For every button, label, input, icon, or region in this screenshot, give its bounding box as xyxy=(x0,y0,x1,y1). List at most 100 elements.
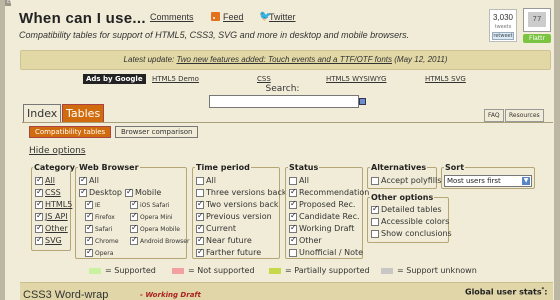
checkbox-icon[interactable] xyxy=(130,235,138,245)
ad-link-html5-svg[interactable]: HTML5 SVG xyxy=(425,75,466,83)
status-unofficial[interactable]: Unofficial / Note xyxy=(289,248,363,257)
detailed-tables[interactable]: Detailed tables xyxy=(371,204,442,214)
time-all[interactable]: All xyxy=(196,176,216,185)
browser-opera-mini[interactable]: Opera Mini xyxy=(130,211,173,221)
checkbox-icon[interactable] xyxy=(196,188,204,197)
category-js-api[interactable]: JS API xyxy=(35,211,68,221)
status-recommendation[interactable]: Recommendation xyxy=(289,187,369,197)
comments-link[interactable]: Comments xyxy=(150,12,194,22)
category-all[interactable]: All xyxy=(35,175,55,185)
checkbox-icon[interactable] xyxy=(85,211,93,221)
ad-link-css[interactable]: CSS xyxy=(257,75,271,83)
checkbox-icon[interactable] xyxy=(289,235,297,245)
browser-ios-safari[interactable]: iOS Safari xyxy=(130,199,170,209)
checkbox-icon[interactable] xyxy=(79,175,87,185)
status-working-draft[interactable]: Working Draft xyxy=(289,223,354,233)
status-candidate-rec[interactable]: Candidate Rec. xyxy=(289,211,360,221)
browser-firefox[interactable]: Firefox xyxy=(85,211,115,221)
tab-faq[interactable]: FAQ xyxy=(484,109,504,122)
category-html5[interactable]: HTML5 xyxy=(35,199,72,209)
browser-ie[interactable]: IE xyxy=(85,199,101,209)
checkbox-icon[interactable] xyxy=(196,247,204,257)
checkbox-icon[interactable] xyxy=(85,199,93,209)
show-conclusions[interactable]: Show conclusions xyxy=(371,229,452,238)
tab-tables[interactable]: Tables xyxy=(62,104,105,123)
time-two-back[interactable]: Two versions back xyxy=(196,199,279,209)
category-svg[interactable]: SVG xyxy=(35,235,62,245)
ad-link-html5-demo[interactable]: HTML5 Demo xyxy=(152,75,199,83)
feed-link[interactable]: Feed xyxy=(223,12,244,22)
social-badge[interactable]: 77 xyxy=(523,8,551,32)
ads-by-google-label[interactable]: Ads by Google xyxy=(83,74,146,84)
tab-resources[interactable]: Resources xyxy=(505,109,544,122)
checkbox-icon[interactable] xyxy=(289,223,297,233)
checkbox-icon[interactable] xyxy=(289,211,297,221)
window-tab[interactable]: cf xyxy=(5,0,12,6)
browser-opera-mobile[interactable]: Opera Mobile xyxy=(130,223,180,233)
chevron-down-icon[interactable]: ▼ xyxy=(522,177,530,185)
checkbox-icon[interactable] xyxy=(371,176,379,185)
browser-opera[interactable]: Opera xyxy=(85,247,113,257)
checkbox-icon[interactable] xyxy=(289,199,297,209)
ad-link-html5-wysiwyg[interactable]: HTML5 WYSIWYG xyxy=(326,75,386,83)
status-proposed-rec[interactable]: Proposed Rec. xyxy=(289,199,355,209)
checkbox-icon[interactable] xyxy=(196,199,204,209)
checkbox-icon[interactable] xyxy=(35,235,43,245)
time-near-future[interactable]: Near future xyxy=(196,235,252,245)
checkbox-icon[interactable] xyxy=(35,211,43,221)
checkbox-icon[interactable] xyxy=(196,223,204,233)
twitter-link[interactable]: Twitter xyxy=(269,12,296,22)
subtab-compatibility-tables[interactable]: Compatibility tables xyxy=(29,126,112,138)
checkbox-icon[interactable] xyxy=(130,211,138,221)
tab-index[interactable]: Index xyxy=(23,104,62,123)
checkbox-icon[interactable] xyxy=(85,247,93,257)
retweet-button[interactable]: retweet xyxy=(492,32,514,40)
checkbox-icon[interactable] xyxy=(130,199,138,209)
search-clear-icon[interactable] xyxy=(359,98,366,105)
checkbox-icon[interactable] xyxy=(130,223,138,233)
status-all[interactable]: All xyxy=(289,176,309,185)
checkbox-icon[interactable] xyxy=(35,175,43,185)
checkbox-icon[interactable] xyxy=(371,217,379,226)
subtab-browser-comparison[interactable]: Browser comparison xyxy=(115,126,199,138)
browser-chrome[interactable]: Chrome xyxy=(85,235,119,245)
checkbox-icon[interactable] xyxy=(196,176,204,185)
checkbox-icon[interactable] xyxy=(196,211,204,221)
time-current[interactable]: Current xyxy=(196,223,236,233)
category-css[interactable]: CSS xyxy=(35,187,61,197)
checkbox-icon[interactable] xyxy=(125,187,133,197)
accessible-colors[interactable]: Accessible colors xyxy=(371,217,449,226)
checkbox-icon[interactable] xyxy=(289,176,297,185)
update-link[interactable]: Two new features added: Touch events and… xyxy=(176,55,392,64)
checkbox-icon[interactable] xyxy=(289,187,297,197)
sort-select[interactable]: Most users first ▼ xyxy=(444,175,532,187)
browser-safari[interactable]: Safari xyxy=(85,223,112,233)
search-input[interactable] xyxy=(209,95,359,108)
category-other[interactable]: Other xyxy=(35,223,68,233)
rss-icon[interactable] xyxy=(211,12,220,21)
checkbox-icon[interactable] xyxy=(85,235,93,245)
browser-android[interactable]: Android Browser xyxy=(130,235,189,245)
checkbox-icon[interactable] xyxy=(35,199,43,209)
time-previous[interactable]: Previous version xyxy=(196,211,272,221)
site-title[interactable]: When can I use... xyxy=(19,10,146,27)
checkbox-icon[interactable] xyxy=(196,235,204,245)
checkbox-icon[interactable] xyxy=(35,187,43,197)
browser-desktop[interactable]: Desktop xyxy=(79,187,122,197)
checkbox-icon[interactable] xyxy=(371,204,379,214)
checkbox-icon[interactable] xyxy=(85,223,93,233)
browser-item-label: iOS Safari xyxy=(140,201,170,209)
time-farther-future[interactable]: Farther future xyxy=(196,247,261,257)
browser-all[interactable]: All xyxy=(79,175,99,185)
status-other[interactable]: Other xyxy=(289,235,322,245)
checkbox-icon[interactable] xyxy=(79,187,87,197)
browser-mobile[interactable]: Mobile xyxy=(125,187,161,197)
checkbox-icon[interactable] xyxy=(35,223,43,233)
accept-polyfills[interactable]: Accept polyfills xyxy=(371,176,441,185)
hide-options-link[interactable]: Hide options xyxy=(29,146,86,156)
checkbox-icon[interactable] xyxy=(289,248,297,257)
flattr-button[interactable]: Flattr xyxy=(523,34,551,43)
checkbox-icon[interactable] xyxy=(371,229,379,238)
time-three-back[interactable]: Three versions back xyxy=(196,188,286,197)
feature-title[interactable]: CSS3 Word-wrap xyxy=(23,289,108,300)
